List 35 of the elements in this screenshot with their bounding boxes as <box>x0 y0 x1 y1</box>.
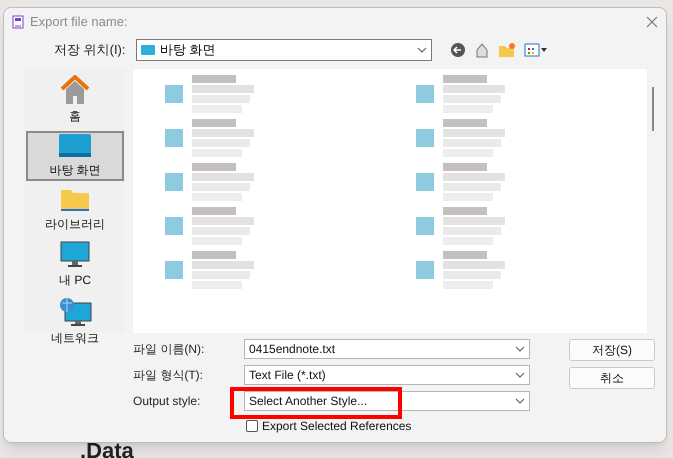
sidebar-item[interactable]: 네트워크 <box>26 295 124 349</box>
field-label: 파일 형식(T): <box>133 367 204 384</box>
sidebar-item[interactable]: 바탕 화면 <box>26 131 124 181</box>
monitor-icon <box>58 133 92 159</box>
globe-monitor-icon <box>58 297 92 327</box>
window-title: Export file name: <box>30 13 128 32</box>
chevron-down-icon <box>515 346 525 352</box>
sidebar-item[interactable]: 내 PC <box>26 239 124 291</box>
sidebar-item[interactable]: 라이브러리 <box>26 185 124 235</box>
background-text: .Data <box>80 440 134 458</box>
monitor-icon <box>60 241 90 269</box>
desktop-icon <box>141 45 155 55</box>
dropdown-field[interactable]: Text File (*.txt) <box>244 365 530 385</box>
view-menu-icon[interactable] <box>524 43 548 57</box>
field-label: 파일 이름(N): <box>133 341 206 358</box>
close-icon[interactable] <box>646 16 658 28</box>
document-icon <box>12 15 24 29</box>
checkbox-label: Export Selected References <box>262 418 412 435</box>
checkbox[interactable] <box>246 420 258 432</box>
dropdown-field[interactable]: 0415endnote.txt <box>244 339 530 359</box>
home-icon <box>59 75 91 105</box>
new-folder-icon[interactable] <box>498 42 516 58</box>
dialog-button[interactable]: 취소 <box>569 367 655 389</box>
chevron-down-icon <box>515 372 525 378</box>
location-dropdown[interactable]: 바탕 화면 <box>136 39 432 61</box>
location-label: 저장 위치(I): <box>54 41 126 60</box>
sidebar-item[interactable]: 홈 <box>26 73 124 127</box>
dialog-button[interactable]: 저장(S) <box>569 339 655 361</box>
chevron-down-icon <box>515 398 525 404</box>
scrollbar-thumb[interactable] <box>652 87 654 131</box>
field-label: Output style: <box>133 393 202 410</box>
chevron-down-icon <box>417 47 427 53</box>
dropdown-field[interactable]: Select Another Style... <box>244 391 530 411</box>
folder-icon <box>60 187 90 213</box>
up-folder-icon[interactable] <box>474 42 490 58</box>
